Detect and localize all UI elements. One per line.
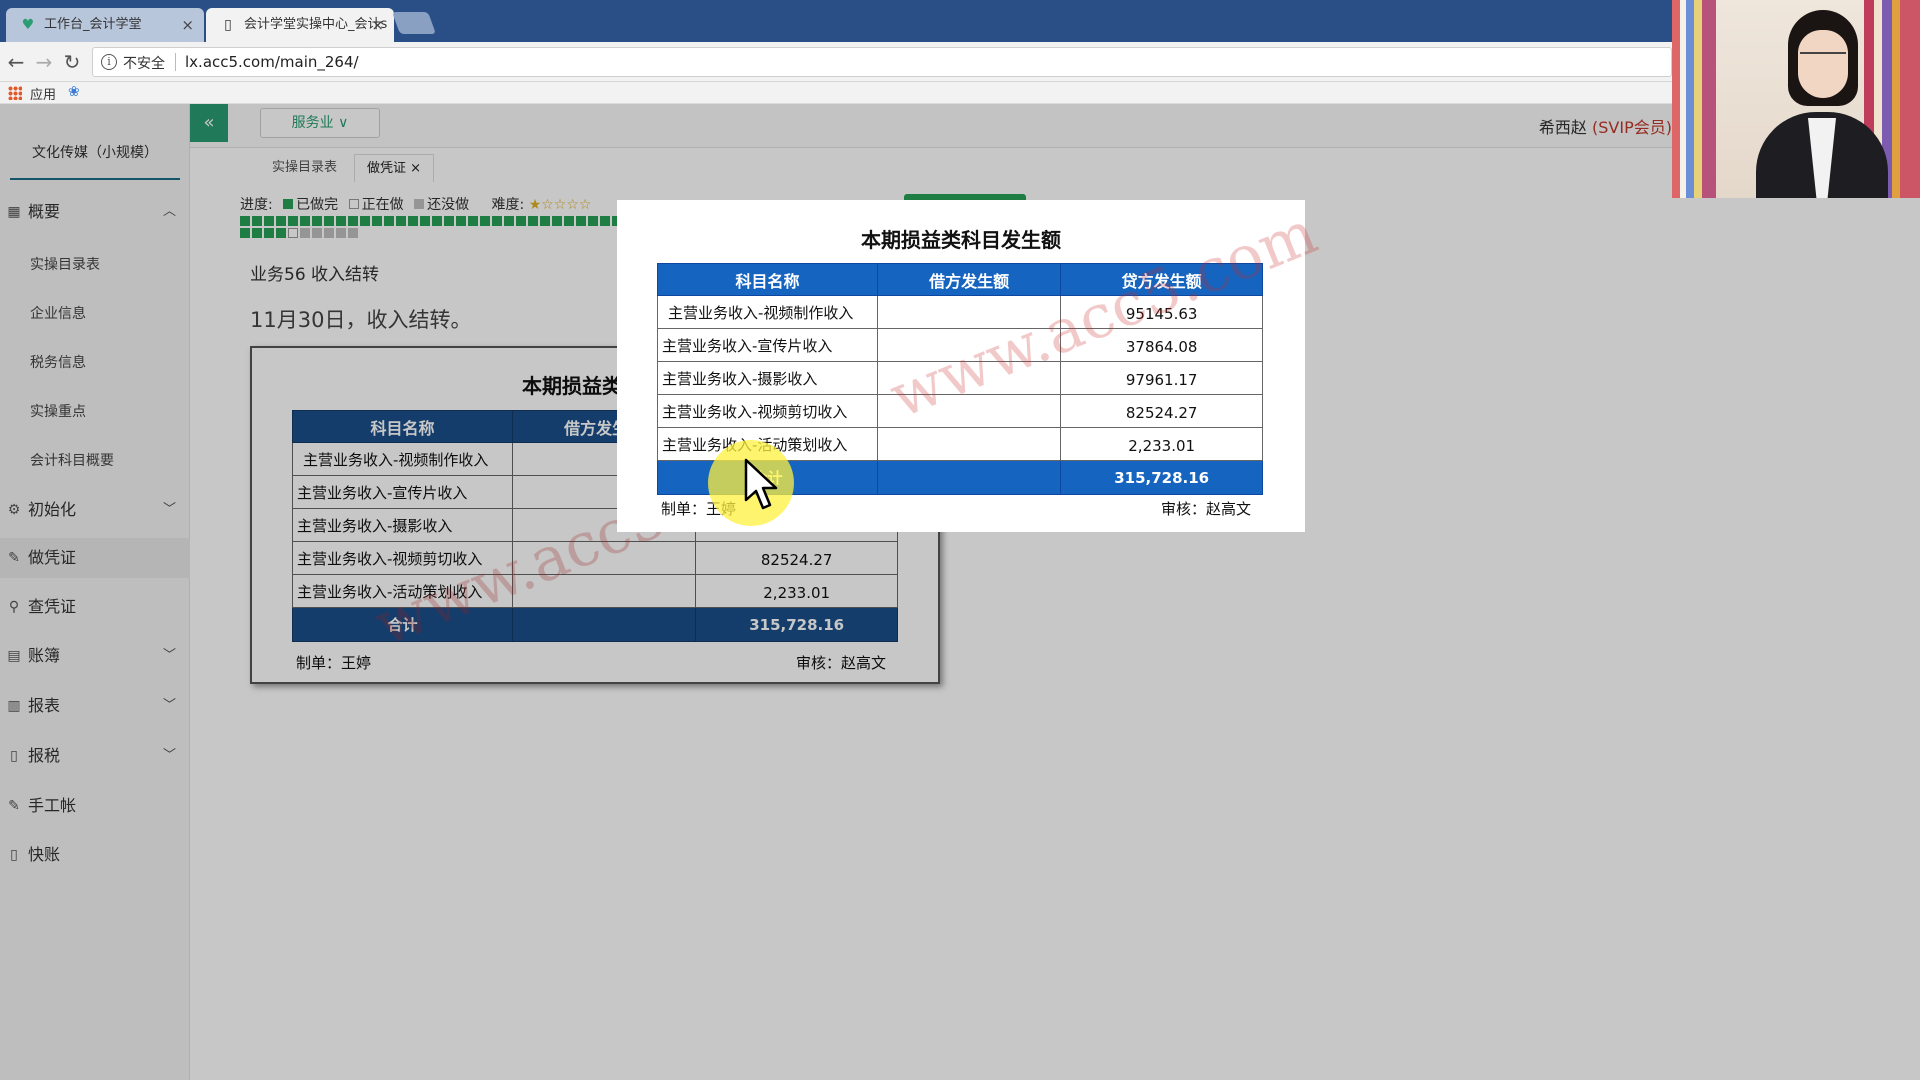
debit-amount (876, 361, 1062, 395)
debit-amount (876, 328, 1062, 362)
browser-tab-1[interactable]: ♥ 工作台_会计学堂 × (6, 8, 204, 42)
mouse-pointer-icon (744, 458, 778, 510)
url-text: lx.acc5.com/main_264/ (185, 53, 359, 71)
forward-arrow-icon[interactable]: → (30, 48, 58, 76)
column-header: 借方发生额 (876, 263, 1062, 296)
info-icon[interactable]: i (101, 54, 117, 70)
account-name: 主营业务收入-视频制作收入 (657, 295, 878, 329)
reload-icon[interactable]: ↻ (58, 48, 86, 76)
presenter-face (1798, 30, 1848, 98)
back-arrow-icon[interactable]: ← (2, 48, 30, 76)
column-header: 贷方发生额 (1060, 263, 1263, 296)
account-name: 主营业务收入-摄影收入 (657, 361, 878, 395)
table-row: 主营业务收入-摄影收入 97961.17 (657, 361, 1263, 395)
credit-amount: 97961.17 (1060, 361, 1263, 395)
debit-amount (876, 295, 1062, 329)
credit-amount: 82524.27 (1060, 394, 1263, 428)
bookmarks-bar: 应用 ❀ (0, 82, 1920, 104)
table-row: 主营业务收入-宣传片收入 37864.08 (657, 328, 1263, 362)
bookmark-apps[interactable]: 应用 (30, 84, 56, 103)
new-tab-button[interactable] (391, 12, 437, 34)
total-debit (876, 460, 1062, 495)
account-name: 主营业务收入-视频剪切收入 (657, 394, 878, 428)
close-icon[interactable]: × (181, 8, 194, 42)
account-name: 主营业务收入-宣传片收入 (657, 328, 878, 362)
popup-report-title: 本期损益类科目发生额 (861, 228, 1061, 252)
webcam-overlay (1672, 0, 1920, 198)
credit-amount: 2,233.01 (1060, 427, 1263, 461)
debit-amount (876, 394, 1062, 428)
close-icon[interactable]: × (371, 8, 384, 42)
browser-tab-2[interactable]: ▯ 会计学堂实操中心_会计s × (206, 8, 394, 42)
url-input[interactable]: i 不安全 lx.acc5.com/main_264/ (92, 47, 1672, 77)
presenter-glasses (1800, 52, 1846, 64)
bookmark-icon[interactable]: ❀ (68, 84, 80, 100)
apps-grid-icon[interactable] (8, 86, 22, 100)
column-header: 科目名称 (657, 263, 878, 296)
browser-tab-title: 工作台_会计学堂 (44, 17, 142, 32)
credit-amount: 37864.08 (1060, 328, 1263, 362)
divider (175, 53, 176, 71)
debit-amount (876, 427, 1062, 461)
browser-tab-title: 会计学堂实操中心_会计s (244, 17, 388, 32)
favicon-icon: ♥ (21, 17, 35, 33)
table-row: 主营业务收入-视频剪切收入 82524.27 (657, 394, 1263, 428)
total-credit: 315,728.16 (1060, 460, 1263, 495)
table-row: 主营业务收入-视频制作收入 95145.63 (657, 295, 1263, 329)
bookshelf (1672, 0, 1716, 198)
reviewer-signature: 审核：赵高文 (1161, 500, 1252, 518)
address-bar: ← → ↻ i 不安全 lx.acc5.com/main_264/ (0, 42, 1920, 82)
credit-amount: 95145.63 (1060, 295, 1263, 329)
document-icon: ▯ (224, 17, 232, 33)
browser-tab-bar: ♥ 工作台_会计学堂 × ▯ 会计学堂实操中心_会计s × (0, 0, 1920, 42)
security-status: 不安全 (123, 56, 165, 72)
